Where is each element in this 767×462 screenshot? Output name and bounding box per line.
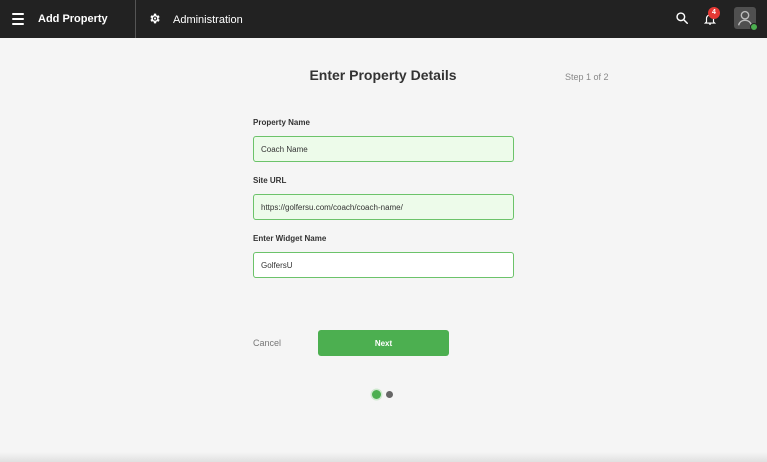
widget-name-input[interactable]: [253, 252, 514, 278]
cancel-button[interactable]: Cancel: [253, 338, 281, 348]
step-label: Step 1 of 2: [565, 72, 609, 82]
step-dot-inactive: [386, 391, 393, 398]
administration-link[interactable]: Administration: [173, 13, 243, 27]
step-dot-active: [372, 390, 381, 399]
site-url-input[interactable]: [253, 194, 514, 220]
notification-badge: 4: [708, 7, 720, 19]
property-name-label: Property Name: [253, 118, 310, 127]
hamburger-menu-icon[interactable]: [12, 13, 24, 25]
gear-icon[interactable]: [148, 12, 161, 25]
app-title: Add Property: [38, 13, 108, 25]
top-bar: Add Property Administration 4: [0, 0, 767, 38]
header-divider: [135, 0, 136, 38]
online-status-dot: [750, 23, 758, 31]
widget-name-label: Enter Widget Name: [253, 234, 327, 243]
search-icon[interactable]: [675, 11, 689, 25]
property-name-input[interactable]: [253, 136, 514, 162]
next-button[interactable]: Next: [318, 330, 449, 356]
site-url-label: Site URL: [253, 176, 287, 185]
bottom-edge: [0, 452, 767, 462]
page-title: Enter Property Details: [309, 67, 457, 83]
